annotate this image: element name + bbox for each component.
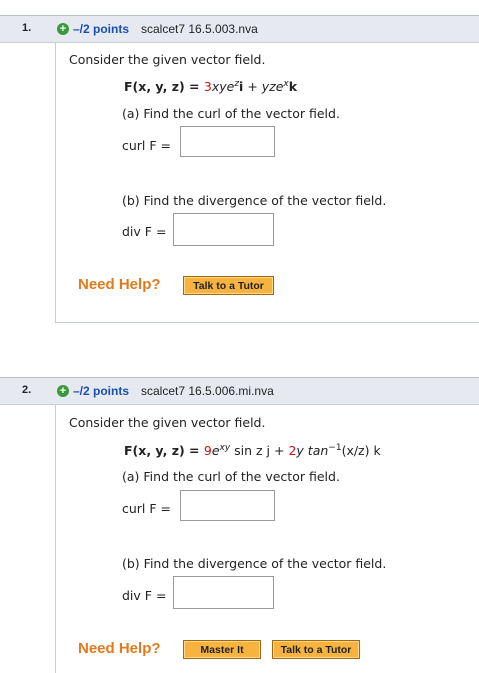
vector-field-formula: F(x, y, z) = 9exy sin z j + 2y tan−1(x/z… <box>124 443 381 458</box>
formula-lhs: F(x, y, z) = <box>124 79 204 95</box>
question-source: scalcet7 16.5.006.mi.nva <box>141 384 274 398</box>
formula-term-2: y tan <box>296 443 329 459</box>
question-points: –/2 points <box>73 384 130 398</box>
part-b-label: (b) Find the divergence of the vector fi… <box>122 193 387 208</box>
question-2-header: 2. + –/2 points scalcet7 16.5.006.mi.nva <box>0 377 479 405</box>
formula-unit-2: (x/z) k <box>341 443 381 459</box>
part-a-label: (a) Find the curl of the vector field. <box>122 469 340 484</box>
vector-field-formula: F(x, y, z) = 3xyezi + yzexk <box>124 79 297 94</box>
div-answer-input[interactable] <box>173 213 274 246</box>
master-it-button[interactable]: Master It <box>183 640 261 659</box>
formula-term-1: xye <box>211 79 235 95</box>
formula-term-1: e <box>211 443 220 459</box>
question-number: 1. <box>22 22 32 34</box>
curl-answer-input[interactable] <box>180 126 275 157</box>
question-prompt: Consider the given vector field. <box>69 415 266 430</box>
div-answer-input[interactable] <box>173 576 274 609</box>
formula-unit-1: sin z j <box>230 443 271 459</box>
formula-plus: + <box>243 79 262 95</box>
curl-label: curl F = <box>122 138 172 153</box>
formula-term-2: yze <box>261 79 284 95</box>
question-1-header: 1. + –/2 points scalcet7 16.5.003.nva <box>0 15 479 43</box>
talk-to-tutor-button[interactable]: Talk to a Tutor <box>272 640 360 659</box>
expand-plus-icon[interactable]: + <box>57 385 69 397</box>
need-help-label: Need Help? <box>78 276 161 293</box>
formula-coef-1: 9 <box>203 443 212 459</box>
need-help-label: Need Help? <box>78 640 161 657</box>
expand-plus-icon[interactable]: + <box>57 23 69 35</box>
formula-plus: + <box>270 443 289 459</box>
formula-coef-1: 3 <box>203 79 212 95</box>
question-source: scalcet7 16.5.003.nva <box>141 22 258 36</box>
formula-unit-2: k <box>288 79 298 95</box>
formula-exp-2: −1 <box>328 443 342 453</box>
question-points: –/2 points <box>73 22 130 36</box>
curl-label: curl F = <box>122 501 172 516</box>
question-prompt: Consider the given vector field. <box>69 52 266 67</box>
formula-lhs: F(x, y, z) = <box>124 443 204 459</box>
formula-exp-1: xy <box>219 443 231 453</box>
div-label: div F = <box>122 588 167 603</box>
question-number: 2. <box>22 384 32 396</box>
curl-answer-input[interactable] <box>180 490 275 521</box>
part-b-label: (b) Find the divergence of the vector fi… <box>122 556 387 571</box>
part-a-label: (a) Find the curl of the vector field. <box>122 106 340 121</box>
div-label: div F = <box>122 224 167 239</box>
talk-to-tutor-button[interactable]: Talk to a Tutor <box>183 276 274 295</box>
